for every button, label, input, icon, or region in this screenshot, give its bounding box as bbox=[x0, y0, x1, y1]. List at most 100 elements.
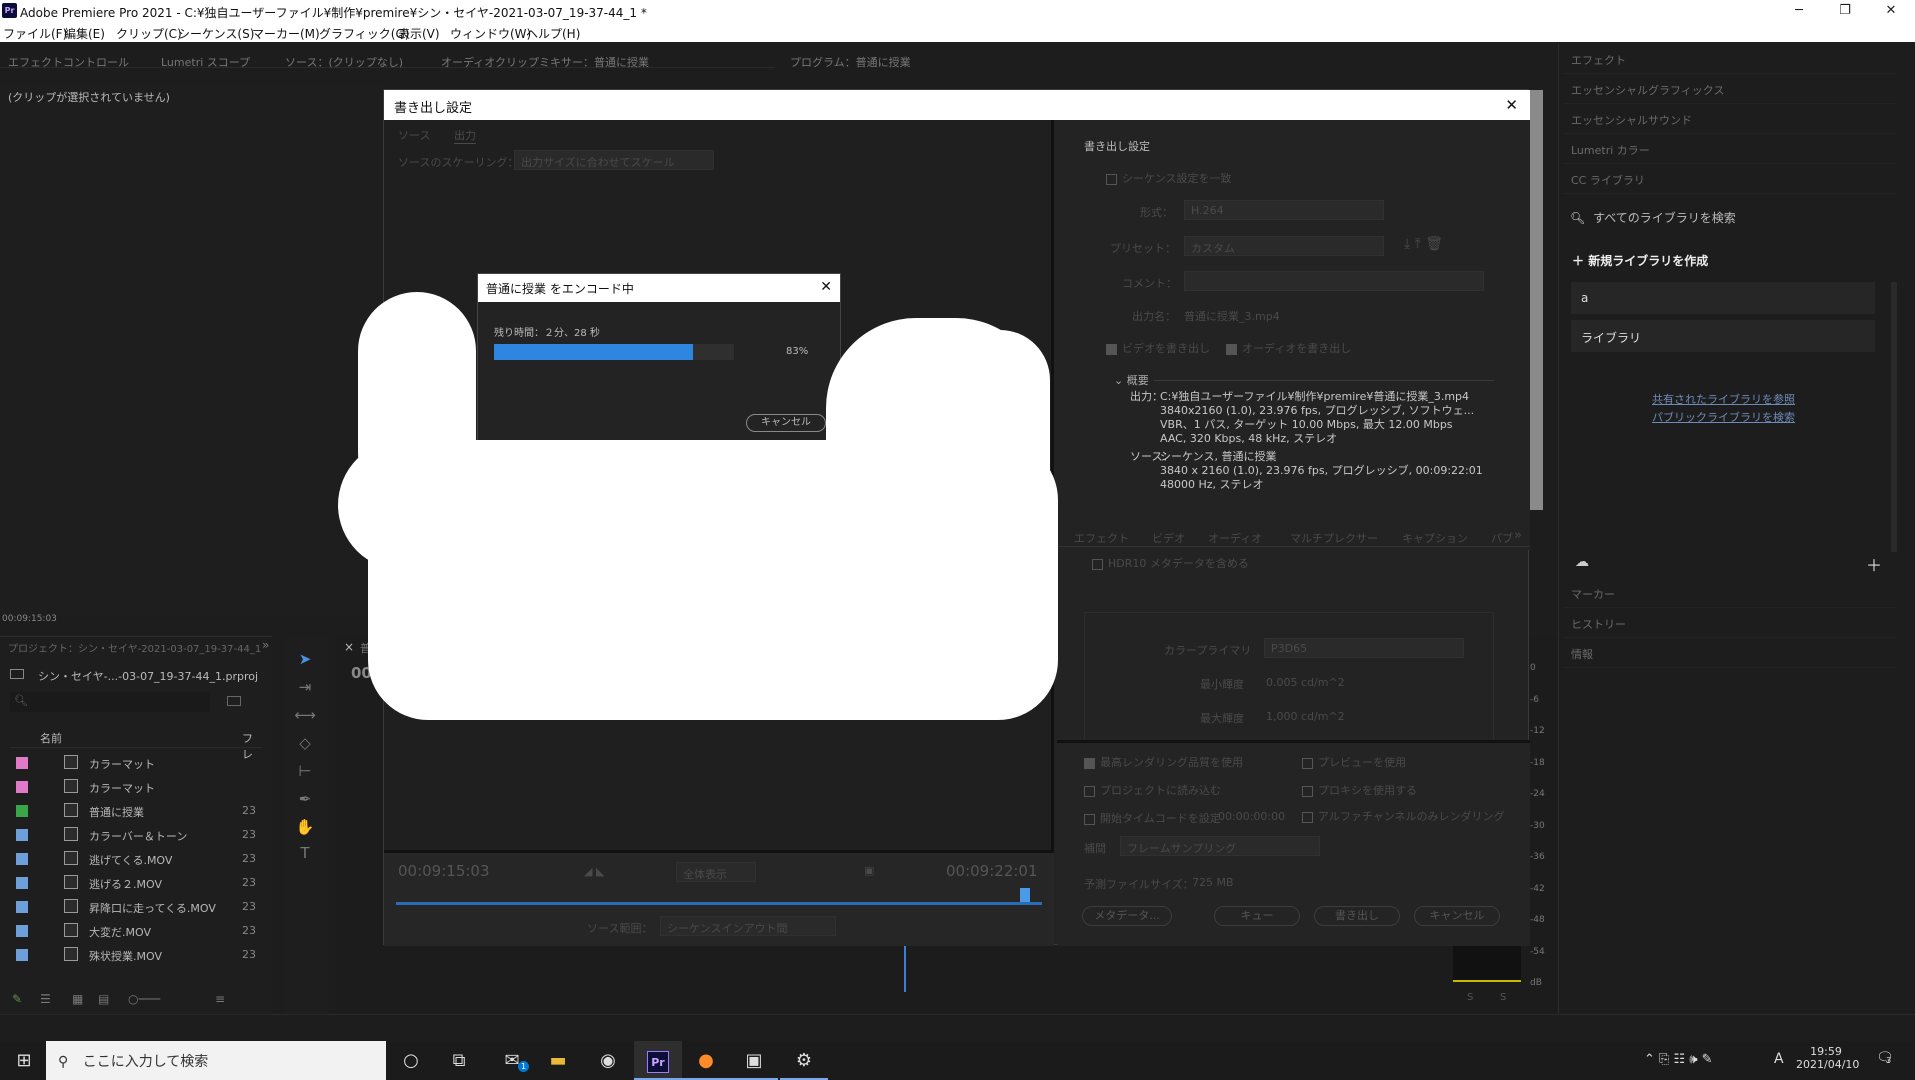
label-color-swatch[interactable] bbox=[16, 901, 28, 913]
tab-program[interactable]: プログラム：普通に授業 bbox=[790, 54, 911, 70]
cancel-export-button[interactable]: キャンセル bbox=[1414, 906, 1500, 926]
panel-info[interactable]: 情報 bbox=[1563, 638, 1897, 668]
source-range-select[interactable]: シーケンスインアウト間 bbox=[660, 916, 836, 936]
file-explorer-icon[interactable]: ▬ bbox=[534, 1041, 582, 1080]
add-library-icon[interactable]: ＋ bbox=[1866, 552, 1882, 576]
library-search[interactable]: 🔍︎ すべてのライブラリを検索 bbox=[1570, 209, 1890, 231]
system-tray-icons[interactable]: ⌃ ⎘ ☷ 🕪 ✎ bbox=[1644, 1052, 1713, 1067]
hdr10-checkbox[interactable]: HDR10 メタデータを含める bbox=[1092, 555, 1249, 571]
close-window-button[interactable]: ✕ bbox=[1868, 0, 1914, 22]
source-scaling-select[interactable]: 出力サイズに合わせてスケール bbox=[514, 150, 714, 170]
notification-icon[interactable]: 🗨 3 bbox=[1876, 1050, 1894, 1066]
tab-video[interactable]: ビデオ bbox=[1152, 530, 1185, 546]
project-tab[interactable]: プロジェクト：シン・セイヤ-2021-03-07_19-37-44_1 bbox=[8, 640, 261, 655]
output-name-link[interactable]: 普通に授業_3.mp4 bbox=[1184, 308, 1280, 324]
task-view-icon[interactable]: ⧉ bbox=[435, 1041, 483, 1080]
hand-tool-icon[interactable]: ✋ bbox=[290, 818, 320, 844]
export-settings-header[interactable]: 書き出し設定 bbox=[1084, 138, 1150, 154]
cortana-icon[interactable]: ○ bbox=[387, 1041, 435, 1080]
encoding-cancel-button[interactable]: キャンセル bbox=[746, 414, 826, 432]
panel-history[interactable]: ヒストリー bbox=[1563, 608, 1897, 638]
label-color-swatch[interactable] bbox=[16, 805, 28, 817]
tab-effects[interactable]: エフェクト bbox=[1074, 530, 1129, 546]
settings-gear-icon[interactable]: ⚙ bbox=[780, 1041, 828, 1080]
library-scrollbar[interactable] bbox=[1891, 282, 1897, 552]
project-item[interactable]: カラーマット bbox=[10, 774, 262, 798]
label-color-swatch[interactable] bbox=[16, 829, 28, 841]
tab-output-preview[interactable]: 出力 bbox=[454, 127, 476, 144]
menu-window[interactable]: ウィンドウ(W) bbox=[450, 25, 531, 42]
tab-audio[interactable]: オーディオ bbox=[1208, 530, 1262, 546]
format-select[interactable]: H.264 bbox=[1184, 200, 1384, 220]
project-item[interactable]: 大変だ.MOV 23 bbox=[10, 918, 262, 942]
project-item[interactable]: カラーマット bbox=[10, 750, 262, 774]
summary-header[interactable]: ⌄ 概要 bbox=[1114, 372, 1149, 388]
comment-input[interactable] bbox=[1184, 271, 1484, 291]
panel-markers[interactable]: マーカー bbox=[1563, 578, 1897, 608]
tab-multiplexer[interactable]: マルチプレクサー bbox=[1290, 530, 1378, 546]
icon-view-icon[interactable]: ▦ bbox=[72, 992, 83, 1006]
pen-tool-icon[interactable]: ✒ bbox=[290, 790, 320, 816]
tabs-overflow-icon[interactable]: » bbox=[1514, 528, 1522, 543]
queue-button[interactable]: キュー bbox=[1214, 906, 1300, 926]
clock[interactable]: 19:59 2021/04/10 bbox=[1796, 1045, 1859, 1071]
menu-help[interactable]: ヘルプ(H) bbox=[526, 25, 580, 42]
library-item-library[interactable]: ライブラリ bbox=[1571, 320, 1875, 352]
label-color-swatch[interactable] bbox=[16, 781, 28, 793]
menu-sequence[interactable]: シーケンス(S) bbox=[178, 25, 254, 42]
preview-playhead[interactable] bbox=[1020, 888, 1030, 902]
list-view-icon[interactable]: ☰ bbox=[40, 992, 51, 1006]
selection-tool-icon[interactable]: ➤ bbox=[290, 650, 320, 676]
tab-source-preview[interactable]: ソース bbox=[398, 127, 430, 143]
use-previews-checkbox[interactable]: プレビューを使用 bbox=[1302, 754, 1406, 770]
set-start-timecode-checkbox[interactable]: 開始タイムコードを設定 bbox=[1084, 810, 1221, 826]
set-in-out-icons[interactable]: ◢ ◣ bbox=[584, 865, 604, 878]
menu-graphics[interactable]: グラフィック(G) bbox=[319, 25, 409, 42]
tab-audio-clip-mixer[interactable]: オーディオクリップミキサー：普通に授業 bbox=[441, 54, 649, 70]
project-search-input[interactable]: 🔍︎ bbox=[10, 692, 210, 712]
export-dialog-close-icon[interactable]: ✕ bbox=[1505, 96, 1518, 114]
label-color-swatch[interactable] bbox=[16, 877, 28, 889]
ime-indicator[interactable]: A bbox=[1774, 1051, 1784, 1067]
preset-select[interactable]: カスタム bbox=[1184, 236, 1384, 256]
project-item[interactable]: 殊状授業.MOV 23 bbox=[10, 942, 262, 966]
premiere-taskbar-icon[interactable]: Pr bbox=[634, 1041, 682, 1080]
panel-cc-libraries[interactable]: CC ライブラリ bbox=[1563, 164, 1897, 194]
solo-left[interactable]: S bbox=[1467, 992, 1473, 1003]
obs-icon[interactable]: ◉ bbox=[584, 1041, 632, 1080]
render-alpha-only-checkbox[interactable]: アルファチャンネルのみレンダリング bbox=[1302, 808, 1505, 824]
solo-right[interactable]: S bbox=[1500, 992, 1506, 1003]
tab-captions[interactable]: キャプション bbox=[1402, 530, 1468, 546]
razor-tool-icon[interactable]: ◇ bbox=[290, 734, 320, 760]
source-range-bar[interactable] bbox=[396, 902, 1042, 905]
min-luminance-value[interactable]: 0.005 cd/m^2 bbox=[1266, 676, 1345, 689]
tab-source[interactable]: ソース：(クリップなし) bbox=[285, 54, 403, 70]
tab-effect-controls[interactable]: エフェクトコントロール bbox=[8, 54, 129, 70]
type-tool-icon[interactable]: T bbox=[290, 844, 320, 870]
panel-essential-sound[interactable]: エッセンシャルサウンド bbox=[1563, 104, 1897, 134]
fit-select[interactable]: 全体表示 bbox=[676, 862, 756, 882]
label-color-swatch[interactable] bbox=[16, 853, 28, 865]
export-button[interactable]: 書き出し bbox=[1314, 906, 1400, 926]
match-sequence-checkbox[interactable]: シーケンス設定を一致 bbox=[1106, 170, 1231, 186]
sort-icon[interactable]: ≡ bbox=[215, 992, 225, 1006]
import-into-project-checkbox[interactable]: プロジェクトに読み込む bbox=[1084, 782, 1221, 798]
slip-tool-icon[interactable]: ⊢ bbox=[290, 762, 320, 788]
pencil-icon[interactable]: ✎ bbox=[12, 992, 22, 1006]
project-item[interactable]: 普通に授業 23 bbox=[10, 798, 262, 822]
max-luminance-value[interactable]: 1,000 cd/m^2 bbox=[1266, 710, 1345, 723]
menu-clip[interactable]: クリップ(C) bbox=[116, 25, 182, 42]
use-proxies-checkbox[interactable]: プロキシを使用する bbox=[1302, 782, 1417, 798]
panel-overflow-icon[interactable]: » bbox=[262, 638, 269, 652]
aspect-correction-icon[interactable]: ▣ bbox=[864, 864, 874, 877]
minimize-button[interactable]: ─ bbox=[1776, 0, 1822, 22]
panel-essential-graphics[interactable]: エッセンシャルグラフィックス bbox=[1563, 74, 1897, 104]
export-audio-checkbox[interactable]: オーディオを書き出し bbox=[1226, 340, 1351, 356]
ripple-edit-tool-icon[interactable]: ⟷ bbox=[290, 706, 320, 732]
label-color-swatch[interactable] bbox=[16, 925, 28, 937]
app-window-icon[interactable]: ▣ bbox=[730, 1041, 778, 1080]
start-timecode-value[interactable]: 00:00:00:00 bbox=[1218, 810, 1285, 823]
new-library-button[interactable]: ＋ 新規ライブラリを作成 bbox=[1572, 252, 1708, 269]
timeline-close-icon[interactable]: × bbox=[344, 640, 354, 654]
maximize-button[interactable]: ❐ bbox=[1822, 0, 1868, 22]
